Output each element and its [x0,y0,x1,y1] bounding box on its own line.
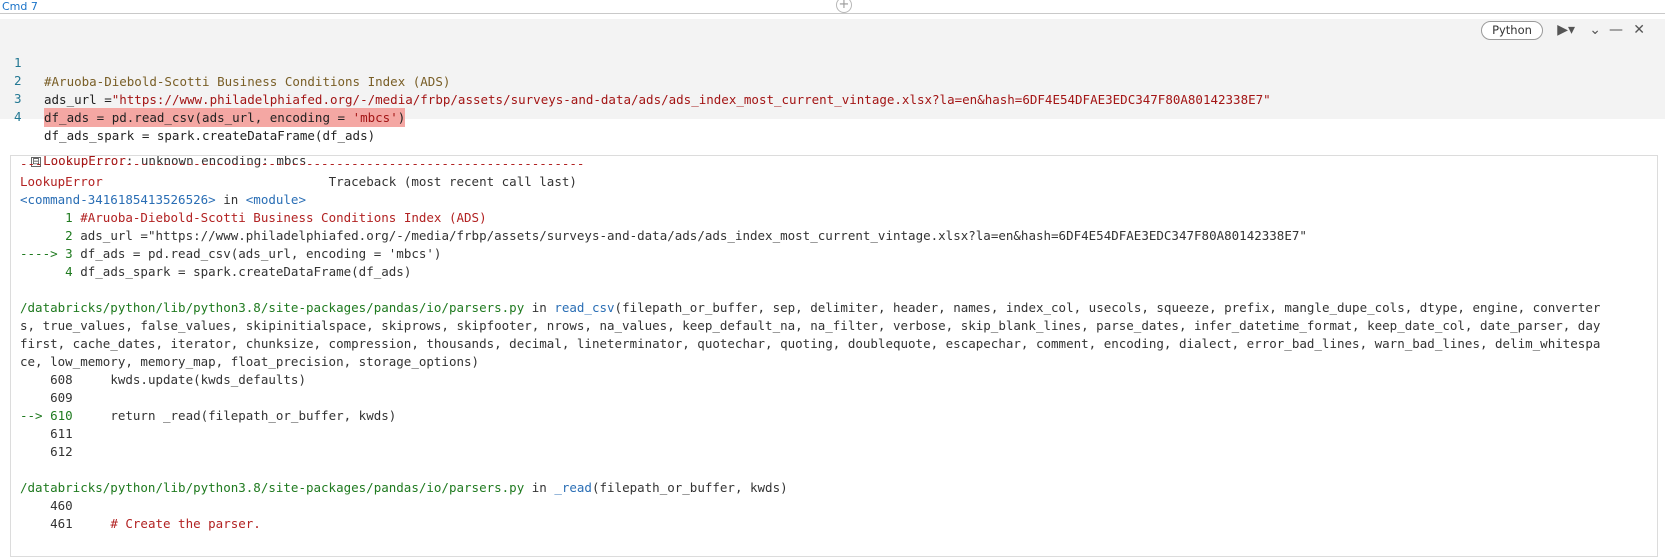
line-marker: 1 [20,210,81,225]
traceback-line-current: --> 610 return _read(filepath_or_buffer,… [20,407,1650,425]
code-line-4: 4 df_ads_spark = spark.createDataFrame(d… [0,88,375,143]
minimize-icon[interactable]: — [1609,21,1623,39]
line-text: return _read(filepath_or_buffer, kwds) [80,408,397,423]
line-text: # Create the parser. [80,516,261,531]
line-marker: 2 [20,228,81,243]
line-text: df_ads_spark = spark.createDataFrame(df_… [80,264,412,279]
frame-location: <command-3416185413526526> in <module> [20,191,1650,209]
code-text: #Aruoba-Diebold-Scotti Business Conditio… [44,74,451,89]
close-icon[interactable]: ✕ [1633,21,1645,39]
code-string: 'mbcs' [352,110,398,125]
line-marker: 611 [20,426,81,441]
line-number: 4 [14,109,22,124]
command-ref: <command-3416185413526526> [20,192,216,207]
line-marker: 461 [20,516,81,531]
code-line-2: 2 ads_url ="https://www.philadelphiafed.… [0,52,1271,107]
module-ref: <module> [245,192,306,207]
run-cell-icon[interactable]: ▶▾ [1557,21,1575,39]
file-path: /databricks/python/lib/python3.8/site-pa… [20,300,525,315]
file-path: /databricks/python/lib/python3.8/site-pa… [20,480,525,495]
traceback-line: 2 ads_url ="https://www.philadelphiafed.… [20,227,1650,245]
traceback-line: 1 #Aruoba-Diebold-Scotti Business Condit… [20,209,1650,227]
signature-text: (filepath_or_buffer, kwds) [591,480,788,495]
traceback-line: 461 # Create the parser. [20,515,1650,533]
exception-name: LookupError [20,174,103,189]
code-token: ) [397,110,406,125]
line-text: kwds.update(kwds_defaults) [80,372,306,387]
code-string: "https://www.philadelphiafed.org/-/media… [111,92,1271,107]
line-marker: 612 [20,444,81,459]
frame-location: /databricks/python/lib/python3.8/site-pa… [20,299,1650,317]
frame-location: /databricks/python/lib/python3.8/site-pa… [20,479,1650,497]
line-text: df_ads = pd.read_csv(ads_url, encoding =… [80,246,442,261]
traceback-line-current: ----> 3 df_ads = pd.read_csv(ads_url, en… [20,245,1650,263]
code-token: ads_url = [44,92,112,107]
line-marker: 608 [20,372,81,387]
language-selector[interactable]: Python [1481,21,1543,40]
line-marker: 460 [20,498,81,513]
traceback-line: 608 kwds.update(kwds_defaults) [20,371,1650,389]
in-word: in [215,192,246,207]
line-marker: 609 [20,390,81,405]
error-highlighted-code: df_ads = pd.read_csv(ads_url, encoding =… [44,108,406,127]
traceback-line: 460 [20,497,1650,515]
traceback-divider: ----------------------------------------… [20,156,585,171]
error-summary[interactable]: ⊟ LookupError: unknown encoding: mbcs [16,137,306,168]
traceback-line: 612 [20,443,1650,461]
code-line-1: 1 #Aruoba-Diebold-Scotti Business Condit… [0,34,450,89]
code-line-3: 3 df_ads = pd.read_csv(ads_url, encoding… [0,70,406,127]
signature-line: first, cache_dates, iterator, chunksize,… [20,336,1601,351]
function-name: _read [554,480,592,495]
code-text: ads_url ="https://www.philadelphiafed.or… [44,90,1271,109]
code-token: df_ads = pd.read_csv(ads_url, encoding = [44,110,353,125]
line-marker: ----> 3 [20,246,81,261]
chevron-down-icon[interactable]: ⌄ [1589,21,1601,39]
traceback-output: ----------------------------------------… [10,155,1658,557]
signature-line: s, true_values, false_values, skipinitia… [20,318,1601,333]
signature-text: (filepath_or_buffer, sep, delimiter, hea… [614,300,1601,315]
line-text: #Aruoba-Diebold-Scotti Business Conditio… [80,210,487,225]
function-name: read_csv [554,300,615,315]
traceback-title: Traceback (most recent call last) [102,174,577,189]
line-text: ads_url ="https://www.philadelphiafed.or… [80,228,1307,243]
signature-line: ce, low_memory, memory_map, float_precis… [20,354,480,369]
in-word: in [524,480,555,495]
cell-toolbar: Python ▶▾ ⌄ — ✕ [1393,21,1653,41]
in-word: in [524,300,555,315]
traceback-line: 4 df_ads_spark = spark.createDataFrame(d… [20,263,1650,281]
traceback-line: 611 [20,425,1650,443]
traceback-line: 609 [20,389,1650,407]
add-cell-icon[interactable]: + [836,0,852,13]
traceback-header: LookupError Traceback (most recent call … [20,173,1650,191]
line-marker: --> 610 [20,408,81,423]
line-marker: 4 [20,264,81,279]
cell-header: Cmd 7 + [0,0,1665,14]
cmd-label: Cmd 7 [2,0,38,13]
